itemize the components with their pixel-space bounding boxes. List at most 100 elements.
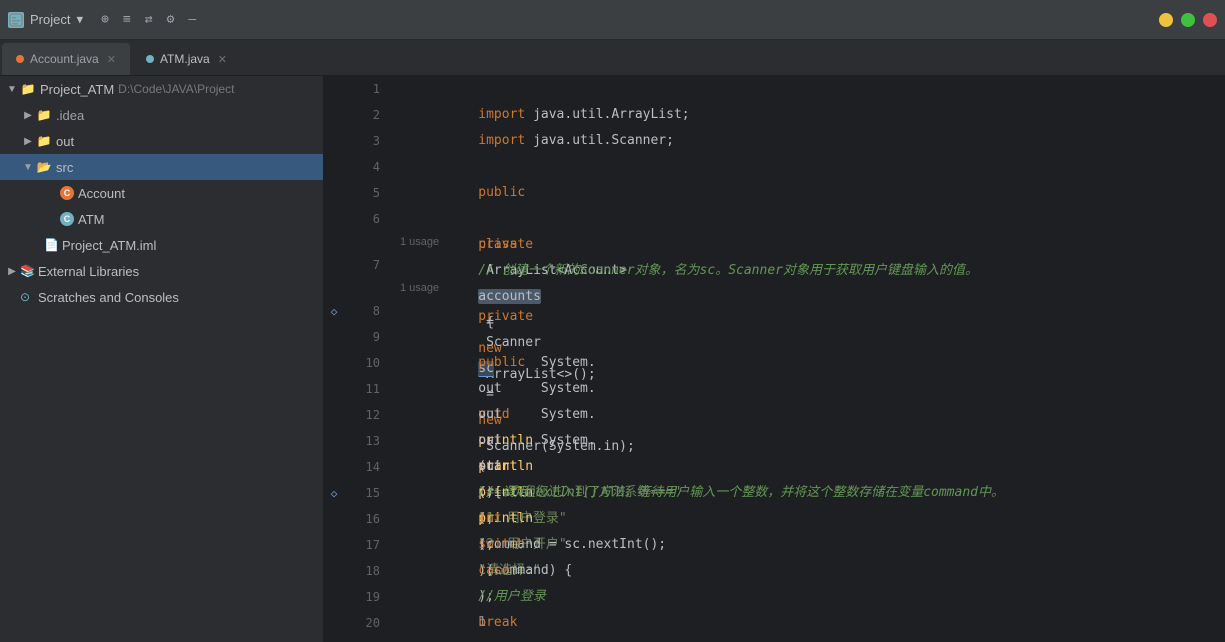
- navigate-icon[interactable]: ⊕: [101, 12, 109, 27]
- gutter-14: [324, 454, 344, 480]
- tab-close-atm[interactable]: ✕: [218, 53, 227, 66]
- gutter-19: [324, 584, 344, 610]
- scratches-icon: ⊙: [20, 290, 34, 304]
- tab-close-account[interactable]: ✕: [107, 53, 116, 66]
- project-title: Project: [30, 12, 70, 27]
- label-project-atm-path: D:\Code\JAVA\Project: [118, 82, 234, 96]
- code-line-11: System. out . println ( "2、用户开户" );: [392, 376, 1217, 402]
- linenum-7-usage-spacer: [344, 278, 380, 298]
- gutter-9: [324, 324, 344, 350]
- gutter-11: [324, 376, 344, 402]
- code-line-12: System. out . println ( "请选择:" );: [392, 402, 1217, 428]
- label-account: Account: [78, 186, 125, 201]
- iml-icon: 📄: [44, 238, 58, 252]
- minimize-button[interactable]: [1159, 13, 1173, 27]
- tab-atm[interactable]: ATM.java ✕: [132, 43, 241, 75]
- linenum-4: 4: [344, 154, 380, 180]
- code-line-16: case 1 :: [392, 506, 1217, 532]
- code-line-1: import java.util.ArrayList;: [392, 76, 1217, 102]
- gutter-2: [324, 102, 344, 128]
- tab-account[interactable]: Account.java ✕: [2, 43, 130, 75]
- label-iml: Project_ATM.iml: [62, 238, 156, 253]
- close-button[interactable]: [1203, 13, 1217, 27]
- linenum-14: 14: [344, 454, 380, 480]
- sidebar-item-external-libraries[interactable]: ▶ 📚 External Libraries: [0, 258, 323, 284]
- gutter-8: ◇: [324, 298, 344, 324]
- tab-label-account: Account.java: [30, 52, 99, 66]
- gutter-1: [324, 76, 344, 102]
- editor-panel: ◇ ◇ 1 2 3 4 5: [324, 76, 1225, 642]
- settings-icon[interactable]: ⚙: [167, 12, 175, 27]
- code-line-10: System. out . println ( "1、用户登录" );: [392, 350, 1217, 376]
- tab-dot-account: [16, 55, 24, 63]
- project-icon: [8, 12, 24, 28]
- sidebar-item-idea[interactable]: ▶ 📁 .idea: [0, 102, 323, 128]
- arrow-project-atm: ▼: [4, 84, 20, 95]
- line-numbers: 1 2 3 4 5 6 7 8 9 10 11 12 13 14 15 16 1…: [344, 76, 392, 642]
- linenum-1: 1: [344, 76, 380, 102]
- sidebar-item-project-atm[interactable]: ▼ 📁 Project_ATM D:\Code\JAVA\Project: [0, 76, 323, 102]
- code-lines[interactable]: import java.util.ArrayList; import java.…: [392, 76, 1217, 642]
- gutter-18: [324, 558, 344, 584]
- project-dropdown[interactable]: ▼: [76, 13, 83, 26]
- label-external-libraries: External Libraries: [38, 264, 139, 279]
- window-controls: [1159, 13, 1217, 27]
- gutter-13: [324, 428, 344, 454]
- linenum-6-usage-spacer: [344, 232, 380, 252]
- title-icons: ⊕ ≡ ⇄ ⚙ —: [101, 12, 196, 27]
- folder-icon-out: 📁: [36, 133, 52, 149]
- code-line-3: [392, 128, 1217, 154]
- linenum-16: 16: [344, 506, 380, 532]
- linenum-11: 11: [344, 376, 380, 402]
- gutter-7-usage: [324, 278, 344, 298]
- code-line-7: private Scanner sc = new Scanner(System.…: [392, 252, 1217, 278]
- main-content: ▼ 📁 Project_ATM D:\Code\JAVA\Project ▶ 📁…: [0, 76, 1225, 642]
- folder-icon-project-atm: 📁: [20, 81, 36, 97]
- code-line-2: import java.util.Scanner;: [392, 102, 1217, 128]
- tab-label-atm: ATM.java: [160, 52, 210, 66]
- swap-icon[interactable]: ⇄: [145, 12, 153, 27]
- code-line-17: //用户登录: [392, 532, 1217, 558]
- label-src: src: [56, 160, 73, 175]
- gutter-16: [324, 506, 344, 532]
- sidebar-item-atm[interactable]: C ATM: [0, 206, 323, 232]
- linenum-8: 8: [344, 298, 380, 324]
- linenum-19: 19: [344, 584, 380, 610]
- code-line-20: //用户开户: [392, 610, 1217, 636]
- sidebar-item-scratches[interactable]: ⊙ Scratches and Consoles: [0, 284, 323, 310]
- code-line-14: int command = sc.nextInt();: [392, 454, 1217, 480]
- code-line-6: // 创建一个新的Scanner对象，名为sc。Scanner对象用于获取用户键…: [392, 206, 1217, 232]
- label-atm: ATM: [78, 212, 104, 227]
- sidebar-item-out[interactable]: ▶ 📁 out: [0, 128, 323, 154]
- maximize-button[interactable]: [1181, 13, 1195, 27]
- sidebar-item-src[interactable]: ▼ 📂 src: [0, 154, 323, 180]
- minus-icon[interactable]: —: [188, 12, 196, 27]
- title-bar-left: Project ▼ ⊕ ≡ ⇄ ⚙ —: [8, 12, 196, 28]
- sidebar-item-iml[interactable]: 📄 Project_ATM.iml: [0, 232, 323, 258]
- gutter-17: [324, 532, 344, 558]
- editor-scrollbar[interactable]: [1217, 76, 1225, 642]
- gutter-4: [324, 154, 344, 180]
- gutter-10: [324, 350, 344, 376]
- linenum-7: 7: [344, 252, 380, 278]
- code-line-5: private ArrayList<Account> accounts = ne…: [392, 180, 1217, 206]
- java-icon-atm: C: [60, 212, 74, 226]
- gutter-6-usage: [324, 232, 344, 252]
- code-line-18: break ;: [392, 558, 1217, 584]
- list-icon[interactable]: ≡: [123, 12, 131, 27]
- code-area[interactable]: ◇ ◇ 1 2 3 4 5: [324, 76, 1225, 642]
- folder-icon-src: 📂: [36, 159, 52, 175]
- linenum-2: 2: [344, 102, 380, 128]
- gutter-20: [324, 610, 344, 636]
- code-line-8: public void start (){: [392, 298, 1217, 324]
- label-scratches: Scratches and Consoles: [38, 290, 179, 305]
- linenum-9: 9: [344, 324, 380, 350]
- title-bar: Project ▼ ⊕ ≡ ⇄ ⚙ —: [0, 0, 1225, 40]
- gutter-15: ◇: [324, 480, 344, 506]
- label-out: out: [56, 134, 74, 149]
- sidebar-item-account[interactable]: C Account: [0, 180, 323, 206]
- linenum-13: 13: [344, 428, 380, 454]
- linenum-17: 17: [344, 532, 380, 558]
- linenum-20: 20: [344, 610, 380, 636]
- arrow-ext-libs: ▶: [4, 266, 20, 277]
